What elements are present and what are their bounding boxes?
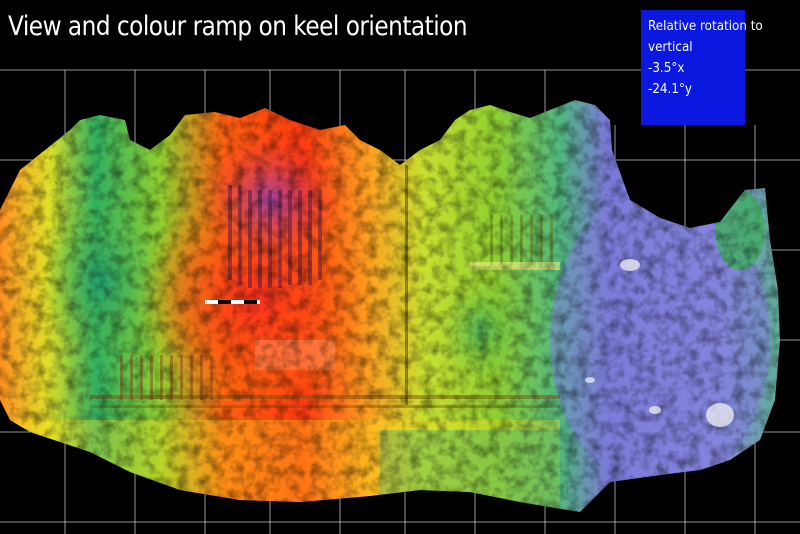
page-title: View and colour ramp on keel orientation [8, 11, 468, 42]
rotation-heading-line2: vertical [648, 40, 693, 55]
scale-bar [205, 300, 260, 304]
rotation-info-box: Relative rotation to vertical -3.5°x -24… [641, 10, 763, 125]
y-rotation-value: -24.1°y [648, 82, 693, 97]
x-rotation-value: -3.5°x [648, 61, 685, 76]
rotation-heading-line1: Relative rotation to [648, 19, 763, 34]
